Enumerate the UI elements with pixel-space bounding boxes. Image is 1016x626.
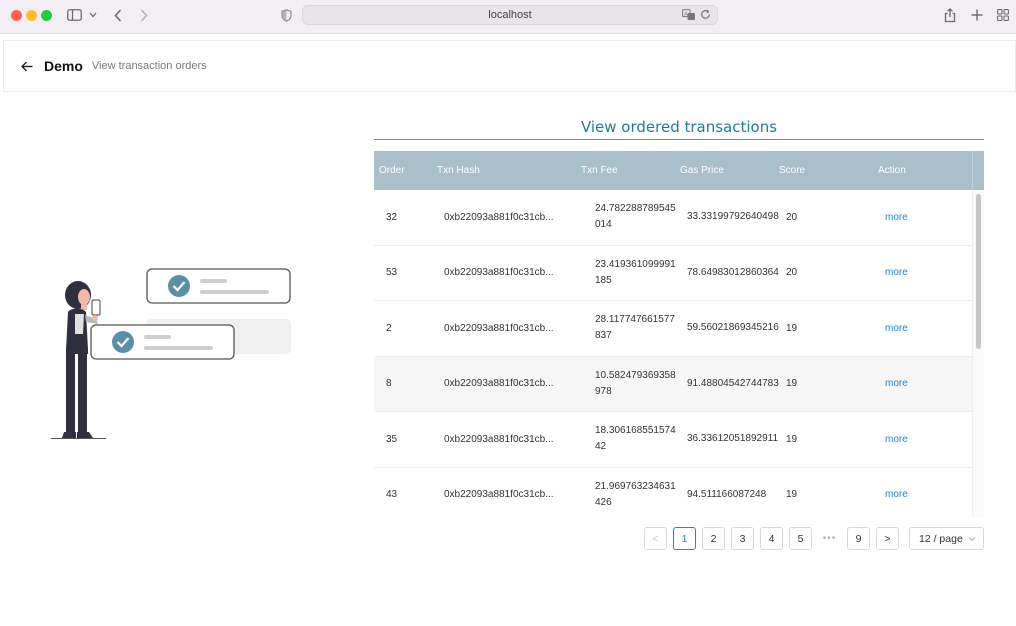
transactions-illustration [48, 262, 298, 444]
more-link[interactable]: more [878, 378, 972, 389]
cell-score: 19 [786, 322, 798, 334]
cell-txn-hash: 0xb22093a881f0c31cb... [444, 378, 554, 390]
table-header: Order Txn Hash Txn Fee Gas Price Score A… [374, 151, 972, 190]
table-row: 35 0xb22093a881f0c31cb... 18.30616855157… [374, 412, 972, 468]
cell-txn-hash: 0xb22093a881f0c31cb... [444, 211, 554, 223]
chevron-down-icon[interactable] [88, 6, 98, 24]
cell-score: 19 [786, 489, 798, 501]
chevron-down-icon [968, 533, 976, 545]
cell-txn-fee: 23.419361099991185 [595, 258, 676, 286]
close-window-button[interactable] [11, 10, 22, 21]
table-scrollbar-thumb[interactable] [976, 194, 981, 349]
maximize-window-button[interactable] [41, 10, 52, 21]
cell-gas-price: 36.33612051892911 [687, 433, 779, 445]
cell-txn-hash: 0xb22093a881f0c31cb... [444, 489, 554, 501]
cell-txn-fee: 10.582479369358978 [595, 369, 676, 397]
check-circle-icon [112, 331, 134, 353]
column-header-action: Action [878, 165, 906, 176]
prev-page-button[interactable]: < [644, 527, 667, 550]
cell-score: 19 [786, 433, 798, 445]
reload-icon[interactable] [700, 9, 711, 24]
sidebar-icon[interactable] [66, 6, 82, 24]
cell-gas-price: 78.64983012860364 [687, 266, 779, 278]
pagination: < 1 2 3 4 5 ••• 9 > [644, 527, 899, 550]
title-divider [374, 139, 984, 140]
cell-order: 32 [386, 211, 398, 223]
transactions-table: Order Txn Hash Txn Fee Gas Price Score A… [374, 151, 984, 517]
page-button-2[interactable]: 2 [702, 527, 725, 550]
cell-score: 20 [786, 267, 798, 279]
next-page-button[interactable]: > [876, 527, 899, 550]
check-circle-icon [168, 275, 190, 297]
page-jump-ellipsis[interactable]: ••• [818, 527, 841, 550]
chevron-left-icon[interactable] [111, 6, 125, 24]
cell-gas-price: 33.33199792640498 [687, 211, 779, 223]
table-row: 53 0xb22093a881f0c31cb... 23.41936109999… [374, 246, 972, 301]
cell-score: 20 [786, 211, 798, 223]
translate-icon[interactable]: A [682, 9, 696, 24]
arrow-left-icon[interactable] [21, 59, 35, 73]
page-button-1[interactable]: 1 [673, 527, 696, 550]
more-link[interactable]: more [878, 434, 972, 445]
table-row: 32 0xb22093a881f0c31cb... 24.78228878954… [374, 190, 972, 246]
minimize-window-button[interactable] [26, 10, 37, 21]
address-bar[interactable]: localhost A [302, 5, 718, 25]
cell-txn-fee: 18.30616855157442 [595, 425, 676, 453]
page-size-value: 12 / page [919, 532, 963, 545]
cell-gas-price: 59.56021869345216 [687, 322, 779, 334]
page-button-4[interactable]: 4 [760, 527, 783, 550]
page-button-last[interactable]: 9 [847, 527, 870, 550]
page-subtitle: View transaction orders [91, 60, 207, 72]
tabs-grid-icon[interactable] [996, 6, 1010, 24]
cell-txn-hash: 0xb22093a881f0c31cb... [444, 322, 554, 334]
table-row: 2 0xb22093a881f0c31cb... 28.117747661577… [374, 301, 972, 357]
cell-score: 19 [786, 378, 798, 390]
page-button-3[interactable]: 3 [731, 527, 754, 550]
cell-gas-price: 94.511166087248 [687, 488, 767, 500]
more-link[interactable]: more [878, 267, 972, 278]
cell-order: 2 [386, 322, 392, 334]
share-icon[interactable] [943, 6, 957, 24]
plus-icon[interactable] [970, 6, 984, 24]
svg-text:A: A [684, 11, 688, 17]
header-scroll-gutter [972, 151, 984, 190]
url-text: localhost [488, 9, 532, 21]
table-row: 43 0xb22093a881f0c31cb... 21.96976323463… [374, 468, 972, 518]
cell-gas-price: 91.48804542744783 [687, 377, 779, 389]
cell-txn-fee: 24.782288789545014 [595, 203, 676, 231]
table-body: 32 0xb22093a881f0c31cb... 24.78228878954… [374, 190, 972, 517]
page-size-select[interactable]: 12 / page [909, 527, 984, 550]
cell-txn-fee: 28.117747661577837 [595, 314, 675, 342]
column-header-score: Score [779, 165, 806, 176]
page-button-5[interactable]: 5 [789, 527, 812, 550]
cell-order: 43 [386, 489, 398, 501]
chevron-right-icon[interactable] [137, 6, 151, 24]
more-link[interactable]: more [878, 323, 972, 334]
column-header-gas-price: Gas Price [680, 164, 724, 176]
cell-txn-fee: 21.969763234631426 [595, 480, 676, 508]
cell-order: 8 [386, 378, 392, 390]
column-header-txn-hash: Txn Hash [437, 165, 480, 176]
more-link[interactable]: more [878, 489, 972, 500]
cell-txn-hash: 0xb22093a881f0c31cb... [444, 267, 554, 279]
cell-order: 35 [386, 433, 398, 445]
table-row: 8 0xb22093a881f0c31cb... 10.582479369358… [374, 356, 972, 412]
page-header: Demo View transaction orders [3, 40, 1016, 92]
column-header-order: Order [379, 165, 405, 176]
more-link[interactable]: more [878, 212, 972, 223]
cell-order: 53 [386, 267, 398, 279]
page-title: Demo [44, 58, 83, 74]
section-title: View ordered transactions [580, 118, 778, 136]
column-header-txn-fee: Txn Fee [581, 164, 618, 176]
browser-toolbar: localhost A [0, 0, 1016, 34]
shield-icon[interactable] [279, 6, 293, 24]
cell-txn-hash: 0xb22093a881f0c31cb... [444, 433, 554, 445]
